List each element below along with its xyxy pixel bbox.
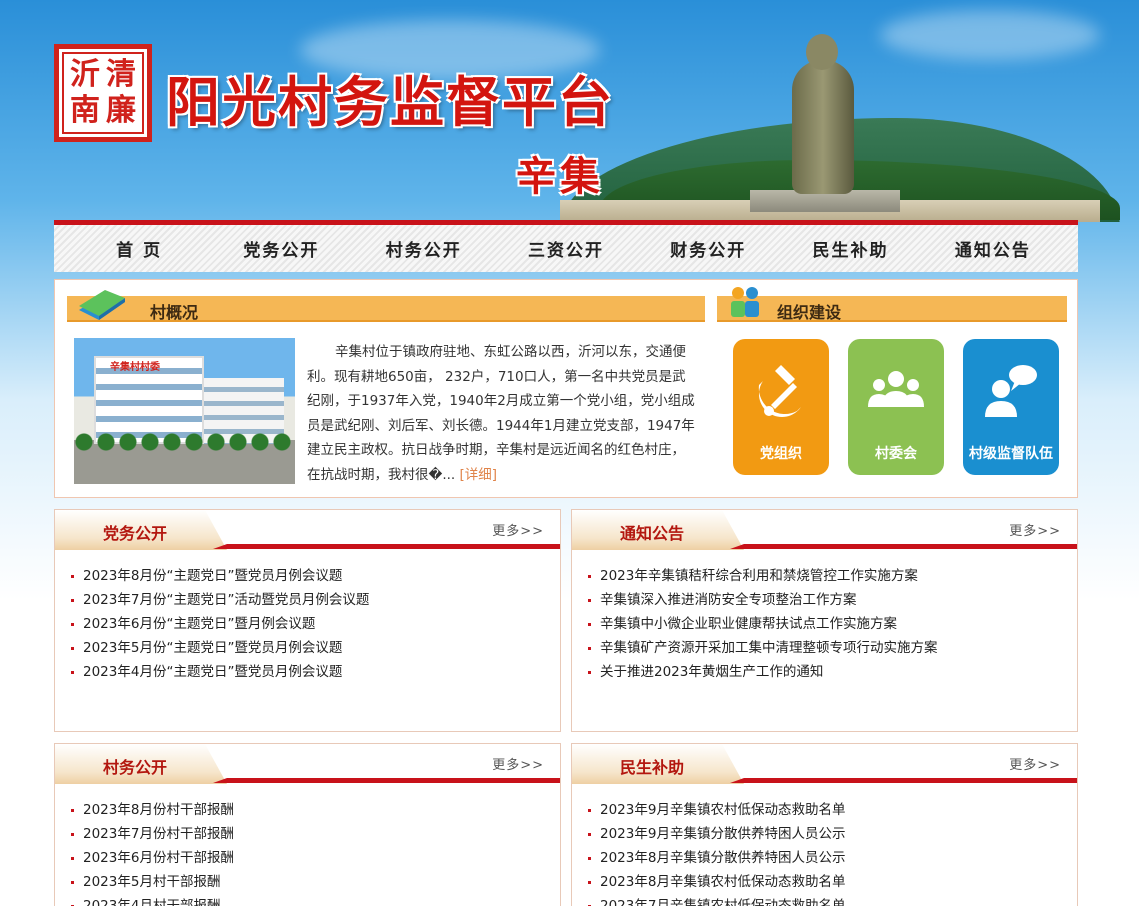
list-item[interactable]: 2023年6月份村干部报酬 [69,846,234,870]
list-item[interactable]: 2023年8月辛集镇农村低保动态救助名单 [586,870,845,894]
org-section-title: 组织建设 [777,303,842,322]
site-subtitle: 辛集 [516,153,604,200]
village-description-text: 辛集村位于镇政府驻地、东虹公路以西，沂河以东，交通便利。现有耕地650亩， 23… [307,344,695,483]
more-link[interactable]: 更多>> [1009,754,1061,773]
book-icon [79,290,125,320]
list-item[interactable]: 2023年5月份“主题党日”暨党员月例会议题 [69,636,369,660]
list-item[interactable]: 辛集镇中小微企业职业健康帮扶试点工作实施方案 [586,612,938,636]
nav-finance[interactable]: 财务公开 [637,236,779,261]
panel-title[interactable]: 党务公开 [103,520,167,544]
panel-title[interactable]: 通知公告 [620,520,684,544]
org-building-icon [731,287,759,317]
tile-party-organization[interactable]: 党组织 [733,339,829,475]
panel-party-affairs: 党务公开 更多>> 2023年8月份“主题党日”暨党员月例会议题 2023年7月… [54,509,561,732]
seal-char: 南 [70,93,100,128]
nav-livelihood-subsidy[interactable]: 民生补助 [779,236,921,261]
seal-char: 沂 [70,57,100,92]
nav-three-assets[interactable]: 三资公开 [495,236,637,261]
seal-char: 清 [106,57,136,92]
tile-label: 村委会 [875,446,917,462]
tile-village-committee[interactable]: 村委会 [848,339,944,475]
statue-image [792,60,854,194]
speaking-person-icon [985,365,1037,417]
panel-list: 2023年9月辛集镇农村低保动态救助名单 2023年9月辛集镇分散供养特困人员公… [586,798,845,906]
more-link[interactable]: 更多>> [1009,520,1061,539]
list-item[interactable]: 辛集镇深入推进消防安全专项整治工作方案 [586,588,938,612]
list-item[interactable]: 2023年8月辛集镇分散供养特困人员公示 [586,846,845,870]
nav-village-affairs[interactable]: 村务公开 [353,236,495,261]
panel-list: 2023年8月份“主题党日”暨党员月例会议题 2023年7月份“主题党日”活动暨… [69,564,369,684]
panel-header: 通知公告 更多>> [572,510,1077,550]
list-item[interactable]: 辛集镇矿产资源开采加工集中清理整顿专项行动实施方案 [586,636,938,660]
group-icon [868,371,924,407]
panel-header: 党务公开 更多>> [55,510,560,550]
panel-list: 2023年8月份村干部报酬 2023年7月份村干部报酬 2023年6月份村干部报… [69,798,234,906]
logo-seal[interactable]: 沂 清 南 廉 [54,44,152,142]
list-item[interactable]: 2023年7月份村干部报酬 [69,822,234,846]
more-link[interactable]: 更多>> [492,754,544,773]
list-item[interactable]: 2023年4月份“主题党日”暨党员月例会议题 [69,660,369,684]
panel-livelihood-subsidy: 民生补助 更多>> 2023年9月辛集镇农村低保动态救助名单 2023年9月辛集… [571,743,1078,906]
nav-notices[interactable]: 通知公告 [922,236,1064,261]
village-photo[interactable]: 辛集村村委 [74,338,295,484]
list-item[interactable]: 2023年7月份“主题党日”活动暨党员月例会议题 [69,588,369,612]
tile-label: 党组织 [760,446,802,462]
shrubs-image [74,432,295,452]
tile-label: 村级监督队伍 [969,446,1053,462]
photo-sign: 辛集村村委 [110,362,160,373]
tile-village-supervision-team[interactable]: 村级监督队伍 [963,339,1059,475]
list-item[interactable]: 2023年6月份“主题党日”暨月例会议题 [69,612,369,636]
statue-head [806,34,838,70]
panel-divider [213,778,560,783]
nav-home[interactable]: 首 页 [68,236,210,261]
list-item[interactable]: 2023年9月辛集镇分散供养特困人员公示 [586,822,845,846]
panel-notices: 通知公告 更多>> 2023年辛集镇秸秆综合利用和禁烧管控工作实施方案 辛集镇深… [571,509,1078,732]
panel-title[interactable]: 民生补助 [620,754,684,778]
main-nav: 首 页 党务公开 村务公开 三资公开 财务公开 民生补助 通知公告 [54,220,1078,272]
party-emblem-icon [758,365,801,418]
village-description: 辛集村位于镇政府驻地、东虹公路以西，沂河以东，交通便利。现有耕地650亩， 23… [307,340,697,487]
list-item[interactable]: 2023年8月份“主题党日”暨党员月例会议题 [69,564,369,588]
panel-divider [730,778,1077,783]
list-item[interactable]: 2023年9月辛集镇农村低保动态救助名单 [586,798,845,822]
panel-list: 2023年辛集镇秸秆综合利用和禁烧管控工作实施方案 辛集镇深入推进消防安全专项整… [586,564,938,684]
more-link[interactable]: 更多>> [492,520,544,539]
detail-link[interactable]: [详细] [460,467,498,483]
list-item[interactable]: 2023年5月村干部报酬 [69,870,234,894]
main-content: 村概况 辛集村村委 辛集村位于镇政府驻地、东虹公路以西，沂河以东，交通便利。现有… [54,279,1078,906]
org-title-bar [717,296,1067,322]
list-item[interactable]: 2023年辛集镇秸秆综合利用和禁烧管控工作实施方案 [586,564,938,588]
site-header: 沂 清 南 廉 阳光村务监督平台 辛集 [0,0,1139,222]
panel-title[interactable]: 村务公开 [103,754,167,778]
list-item[interactable]: 2023年4月村干部报酬 [69,894,234,906]
village-overview-section: 村概况 辛集村村委 辛集村位于镇政府驻地、东虹公路以西，沂河以东，交通便利。现有… [54,279,1078,498]
nav-party-affairs[interactable]: 党务公开 [210,236,352,261]
site-title: 阳光村务监督平台 [166,70,614,134]
panel-village-affairs: 村务公开 更多>> 2023年8月份村干部报酬 2023年7月份村干部报酬 20… [54,743,561,906]
panel-header: 村务公开 更多>> [55,744,560,784]
list-item[interactable]: 关于推进2023年黄烟生产工作的通知 [586,660,938,684]
village-section-title: 村概况 [150,303,199,322]
cloud-decoration [880,10,1100,60]
panel-divider [213,544,560,549]
panel-header: 民生补助 更多>> [572,744,1077,784]
seal-char: 廉 [106,93,136,128]
panel-divider [730,544,1077,549]
list-item[interactable]: 2023年7月辛集镇农村低保动态救助名单 [586,894,845,906]
list-item[interactable]: 2023年8月份村干部报酬 [69,798,234,822]
